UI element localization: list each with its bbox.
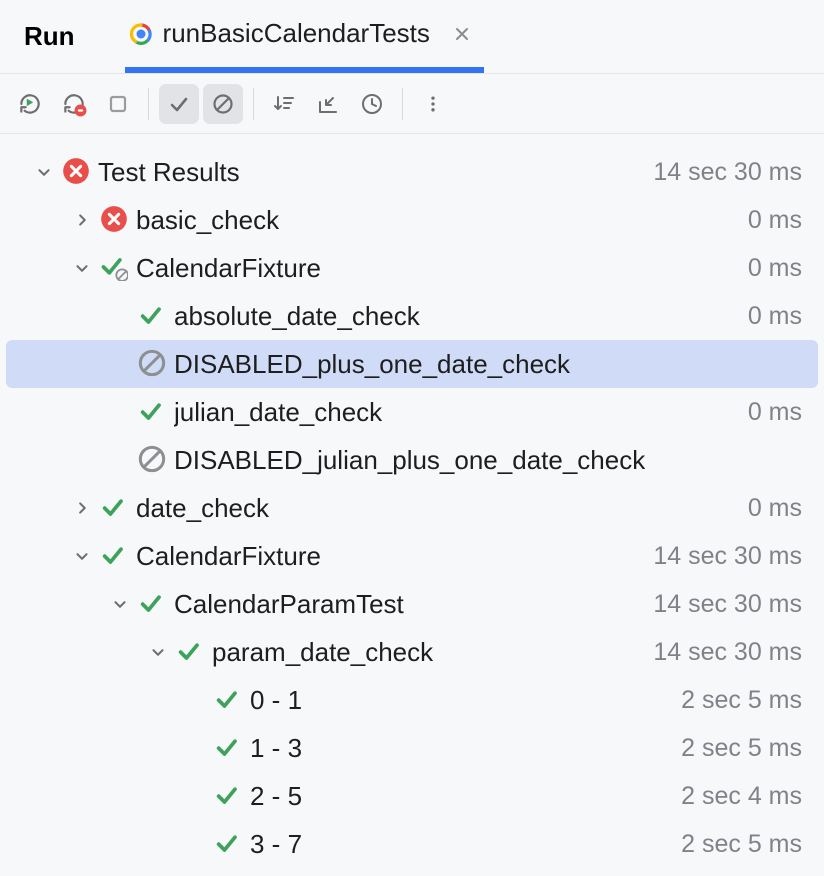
test-duration: 14 sec 30 ms [653,542,802,571]
test-node-label: basic_check [136,205,279,236]
stop-button[interactable] [98,84,138,124]
test-duration: 2 sec 5 ms [681,830,802,859]
pass-icon [100,493,130,523]
pass-icon [214,733,244,763]
chevron-down-icon[interactable] [64,250,100,286]
test-tree-row[interactable]: DISABLED_plus_one_date_check [6,340,818,388]
test-node-label: param_date_check [212,637,433,668]
pass-icon [214,829,244,859]
test-node-label: absolute_date_check [174,301,420,332]
test-duration: 0 ms [748,206,802,235]
test-tree-row[interactable]: date_check 0 ms [6,484,818,532]
test-duration: 14 sec 30 ms [653,158,802,187]
test-duration: 14 sec 30 ms [653,590,802,619]
test-duration: 2 sec 5 ms [681,734,802,763]
passskip-icon [100,253,130,283]
test-node-label: date_check [136,493,269,524]
google-test-icon [129,22,153,46]
chevron-right-icon[interactable] [64,202,100,238]
chevron-down-icon[interactable] [102,586,138,622]
test-history-button[interactable] [352,84,392,124]
skip-icon [138,349,168,379]
tool-window-title: Run [24,21,75,52]
test-node-label: julian_date_check [174,397,382,428]
test-node-label: 0 - 1 [250,685,302,716]
test-duration: 2 sec 5 ms [681,686,802,715]
test-tree-row[interactable]: julian_date_check 0 ms [6,388,818,436]
test-tree-row[interactable]: 2 - 5 2 sec 4 ms [6,772,818,820]
test-node-label: CalendarFixture [136,541,321,572]
test-tree-row[interactable]: param_date_check 14 sec 30 ms [6,628,818,676]
test-results-tree: Test Results14 sec 30 msbasic_check0 msC… [0,134,824,868]
test-node-label: Test Results [98,157,240,188]
fail-icon [100,205,130,235]
fail-icon [62,157,92,187]
pass-icon [214,781,244,811]
test-duration: 0 ms [748,302,802,331]
import-tests-button[interactable] [308,84,348,124]
test-tree-row[interactable]: 1 - 3 2 sec 5 ms [6,724,818,772]
test-tree-row[interactable]: basic_check 0 ms [6,196,818,244]
show-passed-toggle[interactable] [159,84,199,124]
test-node-label: DISABLED_plus_one_date_check [174,349,570,380]
pass-icon [138,589,168,619]
test-duration: 2 sec 4 ms [681,782,802,811]
more-options-button[interactable] [413,84,453,124]
pass-icon [138,301,168,331]
test-tree-row[interactable]: CalendarFixture 14 sec 30 ms [6,532,818,580]
chevron-down-icon[interactable] [26,154,62,190]
show-ignored-toggle[interactable] [203,84,243,124]
test-toolbar [0,74,824,134]
test-node-label: 3 - 7 [250,829,302,860]
test-tree-row[interactable]: 0 - 1 2 sec 5 ms [6,676,818,724]
chevron-right-icon[interactable] [64,490,100,526]
test-node-label: 2 - 5 [250,781,302,812]
skip-icon [138,445,168,475]
pass-icon [100,541,130,571]
pass-icon [176,637,206,667]
test-tree-row[interactable]: Test Results 14 sec 30 ms [6,148,818,196]
test-node-label: CalendarFixture [136,253,321,284]
run-config-tab[interactable]: runBasicCalendarTests [125,0,484,73]
test-tree-row[interactable]: CalendarParamTest 14 sec 30 ms [6,580,818,628]
test-tree-row[interactable]: CalendarFixture 0 ms [6,244,818,292]
test-duration: 0 ms [748,254,802,283]
test-duration: 14 sec 30 ms [653,638,802,667]
test-tree-row[interactable]: 3 - 7 2 sec 5 ms [6,820,818,868]
pass-icon [214,685,244,715]
chevron-down-icon[interactable] [140,634,176,670]
test-tree-row[interactable]: DISABLED_julian_plus_one_date_check [6,436,818,484]
test-node-label: DISABLED_julian_plus_one_date_check [174,445,645,476]
run-config-tab-label: runBasicCalendarTests [163,18,430,49]
test-tree-row[interactable]: absolute_date_check 0 ms [6,292,818,340]
rerun-button[interactable] [10,84,50,124]
close-tab-button[interactable] [448,20,476,48]
test-duration: 0 ms [748,398,802,427]
test-node-label: CalendarParamTest [174,589,404,620]
pass-icon [138,397,168,427]
sort-button[interactable] [264,84,304,124]
test-duration: 0 ms [748,494,802,523]
toolbar-separator [253,88,254,120]
run-tool-header: Run runBasicCalendarTests [0,0,824,74]
test-node-label: 1 - 3 [250,733,302,764]
toolbar-separator [148,88,149,120]
chevron-down-icon[interactable] [64,538,100,574]
rerun-failed-button[interactable] [54,84,94,124]
toolbar-separator [402,88,403,120]
